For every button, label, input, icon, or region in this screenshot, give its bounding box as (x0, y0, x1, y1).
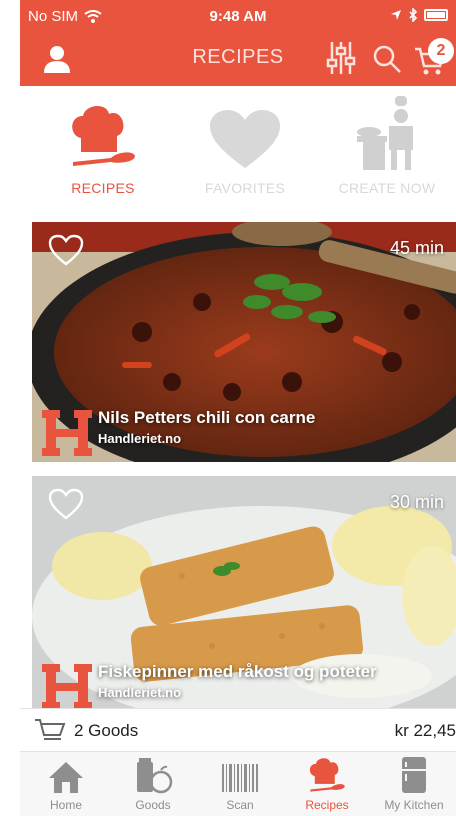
cart-count-badge: 2 (428, 38, 454, 64)
recipe-source: Handleriet.no (98, 685, 182, 700)
recipe-card[interactable]: 45 min Nils Petters chili con carne Hand… (32, 222, 456, 462)
status-bar: No SIM 9:48 AM (20, 0, 456, 32)
status-right (390, 8, 448, 22)
recipe-name: Fiskepinner med råkost og poteter (98, 662, 377, 681)
handleriet-logo-icon (42, 410, 92, 456)
category-label: FAVORITES (204, 180, 286, 196)
recipe-card[interactable]: 30 min Fiskepinner med råkost og poteter… (32, 476, 456, 716)
tab-my-kitchen[interactable]: My Kitchen (370, 756, 456, 812)
tab-label: Scan (226, 798, 254, 812)
app-screen: No SIM 9:48 AM RECIPES 2 RECIPES FAVORIT… (20, 0, 456, 816)
tab-goods[interactable]: Goods (109, 756, 197, 812)
tab-label: Goods (135, 798, 171, 812)
tab-home[interactable]: Home (22, 756, 110, 812)
category-create-now[interactable]: CREATE NOW (312, 96, 456, 196)
app-header: RECIPES 2 (20, 34, 456, 86)
tab-label: My Kitchen (384, 798, 444, 812)
tab-bar: Home Goods Scan Recipes My Kitchen (20, 752, 456, 816)
filter-icon[interactable] (326, 40, 356, 76)
category-selector: RECIPES FAVORITES CREATE NOW (20, 96, 456, 210)
goods-icon (137, 758, 173, 794)
cooking-time: 45 min (389, 238, 444, 258)
location-icon (391, 10, 401, 20)
basket-count: 2 Goods (74, 721, 139, 740)
home-icon (49, 762, 83, 793)
category-label: CREATE NOW (338, 180, 436, 196)
chef-hat-spoon-icon (309, 758, 345, 792)
category-favorites[interactable]: FAVORITES (170, 100, 320, 196)
heart-icon (210, 110, 280, 168)
tab-scan[interactable]: Scan (196, 756, 284, 812)
cooking-time: 30 min (389, 492, 444, 512)
chef-hat-spoon-icon (72, 105, 135, 166)
tab-label: Recipes (305, 798, 349, 812)
category-label: RECIPES (71, 180, 135, 196)
top-bar: No SIM 9:48 AM RECIPES 2 (20, 0, 456, 86)
recipe-source: Handleriet.no (98, 431, 182, 446)
favorite-heart-icon[interactable] (48, 234, 84, 266)
recipe-name: Nils Petters chili con carne (98, 408, 316, 427)
basket-total: kr 22,45 (394, 721, 456, 740)
basket-summary-bar[interactable]: 2 Goods kr 22,45 (20, 708, 456, 752)
tab-label: Home (49, 798, 82, 812)
tab-recipes[interactable]: Recipes (283, 756, 371, 812)
category-recipes[interactable]: RECIPES (28, 100, 178, 196)
barcode-icon (222, 764, 258, 792)
fridge-icon (402, 757, 426, 793)
bluetooth-icon (409, 8, 418, 22)
cooking-chef-icon (357, 96, 413, 170)
favorite-heart-icon[interactable] (48, 488, 84, 520)
search-icon[interactable] (372, 44, 402, 74)
battery-icon (424, 9, 448, 21)
basket-cart-icon (35, 719, 66, 740)
